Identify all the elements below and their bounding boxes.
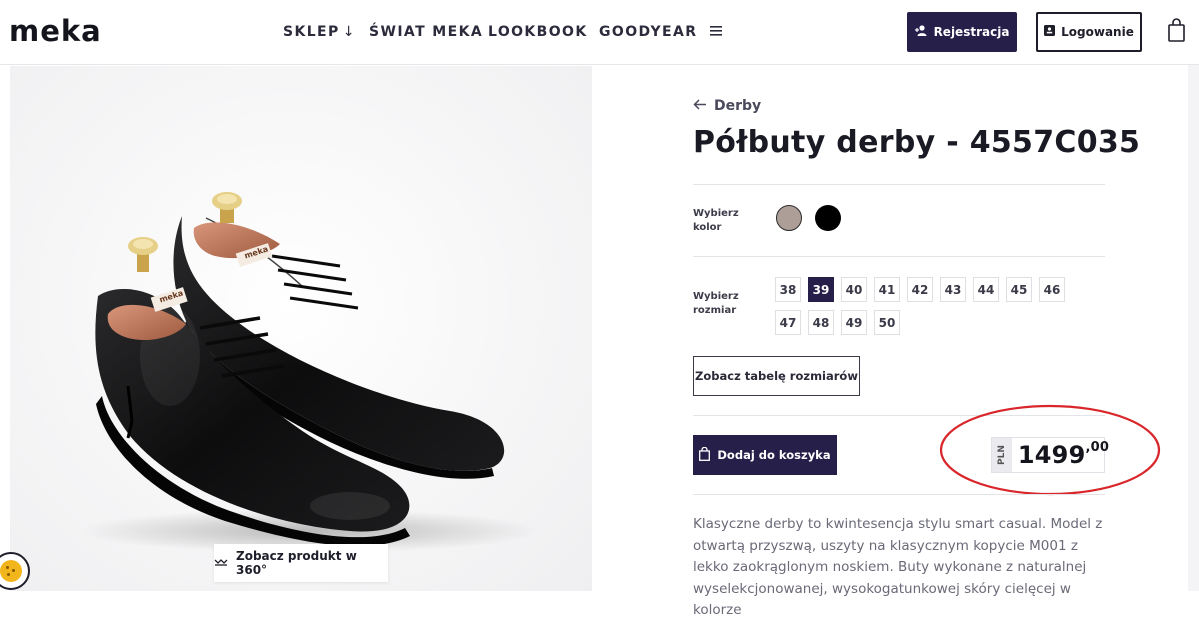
annotation-ellipse	[939, 404, 1161, 496]
site-header: meka SKLEP ↓ ŚWIAT MEKA LOOKBOOK GOODYEAR…	[0, 0, 1199, 65]
size-option-49[interactable]: 49	[841, 310, 867, 335]
color-label: Wybierz kolor	[693, 208, 739, 233]
product-description: Klasyczne derby to kwintesencja stylu sm…	[693, 516, 1103, 618]
view-360-button[interactable]: Zobacz produkt w 360°	[214, 544, 388, 582]
size-option-40[interactable]: 40	[841, 277, 867, 302]
login-button[interactable]: Logowanie	[1036, 12, 1142, 52]
nav-item-sklep-label: SKLEP	[283, 24, 340, 40]
size-option-41[interactable]: 41	[874, 277, 900, 302]
size-option-48[interactable]: 48	[808, 310, 834, 335]
color-swatch-taupe[interactable]	[776, 205, 802, 231]
nav-item-sklep[interactable]: SKLEP ↓	[283, 24, 356, 40]
size-option-50[interactable]: 50	[874, 310, 900, 335]
rotate-360-icon	[214, 556, 228, 570]
shoe-illustration	[80, 192, 540, 553]
size-option-39[interactable]: 39	[808, 277, 834, 302]
size-option-47[interactable]: 47	[775, 310, 801, 335]
shopping-bag-icon	[699, 446, 711, 464]
size-label: Wybierz rozmiar	[693, 291, 739, 316]
product-title: Półbuty derby - 4557C035	[693, 125, 1141, 160]
login-button-label: Logowanie	[1061, 25, 1134, 39]
divider	[693, 494, 1105, 495]
size-option-44[interactable]: 44	[973, 277, 999, 302]
size-option-45[interactable]: 45	[1006, 277, 1032, 302]
size-option-38[interactable]: 38	[775, 277, 801, 302]
add-to-cart-label: Dodaj do koszyka	[717, 448, 831, 462]
product-image[interactable]: meka meka	[10, 66, 592, 591]
back-link-label: Derby	[714, 98, 762, 114]
divider	[693, 256, 1105, 257]
nav-item-goodyear[interactable]: GOODYEAR	[599, 24, 697, 40]
color-swatch-black[interactable]	[815, 205, 841, 231]
cookie-icon	[0, 560, 22, 582]
page-scrollbar[interactable]	[1188, 65, 1199, 591]
arrow-left-icon	[693, 98, 707, 114]
hamburger-icon[interactable]	[710, 23, 722, 39]
nav-item-swiat-meka[interactable]: ŚWIAT MEKA	[369, 24, 483, 40]
nav-item-lookbook[interactable]: LOOKBOOK	[488, 24, 588, 40]
shopping-bag-icon[interactable]	[1168, 18, 1185, 46]
size-chart-button[interactable]: Zobacz tabelę rozmiarów	[693, 356, 860, 396]
meka-logo[interactable]: meka	[9, 14, 102, 48]
chevron-down-icon: ↓	[342, 24, 356, 40]
register-button-label: Rejestracja	[933, 25, 1010, 39]
add-to-cart-button[interactable]: Dodaj do koszyka	[693, 435, 837, 475]
back-to-category-link[interactable]: Derby	[693, 98, 761, 114]
size-option-43[interactable]: 43	[940, 277, 966, 302]
view-360-label: Zobacz produkt w 360°	[236, 549, 357, 577]
divider	[693, 184, 1105, 185]
id-card-icon	[1044, 25, 1056, 39]
register-button[interactable]: Rejestracja	[907, 12, 1017, 52]
add-user-icon	[914, 25, 928, 39]
size-option-42[interactable]: 42	[907, 277, 933, 302]
size-option-46[interactable]: 46	[1039, 277, 1065, 302]
